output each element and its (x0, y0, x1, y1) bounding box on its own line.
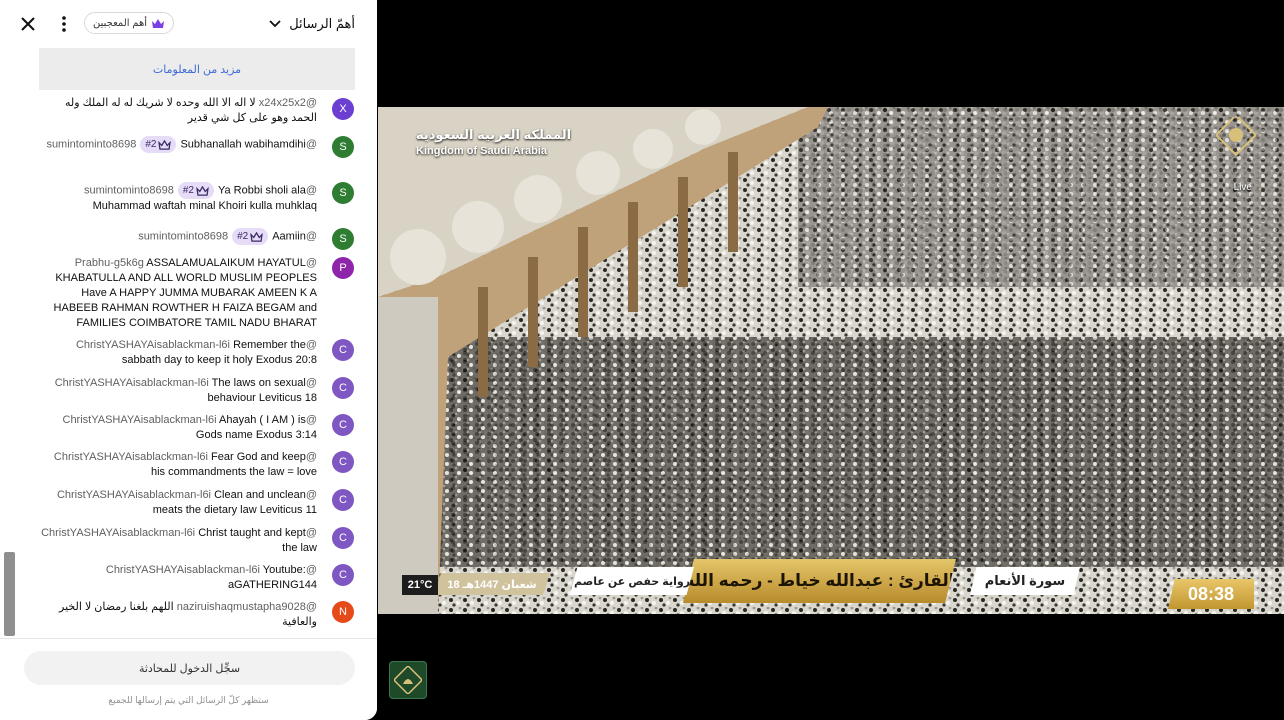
message-body: @ChristYASHAYAisablackman-l6i Remember t… (37, 338, 317, 368)
badge-rank: #2 (182, 185, 194, 196)
avatar[interactable]: C (332, 489, 354, 511)
avatar[interactable]: C (332, 377, 354, 399)
message-body: @ChristYASHAYAisablackman-l6i Ahayah ( I… (37, 413, 318, 443)
chat-footer: سجِّل الدخول للمحادثة ستظهر كلّ الرسائل … (0, 638, 377, 720)
message-body: @sumintominto8698 #2 Subhanallah wabihamdi… (37, 136, 317, 153)
supporter-badge: #2 (177, 182, 214, 199)
more-info-link[interactable]: مزيد من المعلومات (153, 63, 241, 76)
temperature: 21°C (402, 575, 438, 595)
message-text: Subhanallah wabihamdihi (180, 138, 306, 151)
channel-watermark-logo[interactable] (389, 661, 427, 699)
reciter-banner: القارئ : عبدالله خياط - رحمه الله (683, 559, 956, 603)
message-author[interactable]: @x24x25x2 (259, 97, 317, 109)
clock-time: 08:38 (1168, 579, 1254, 609)
crown-icon (152, 18, 165, 28)
avatar[interactable]: S (332, 136, 354, 158)
avatar[interactable]: S (332, 228, 354, 250)
message-body: @Prabhu-g5k6g ASSALAMUALAIKUM HAYATUL KH… (37, 256, 317, 331)
supporter-badge: #2 (232, 228, 269, 245)
crown-icon (196, 185, 209, 196)
message-body: @sumintominto8698 #2 Ya Robbi sholi ala Mu… (37, 182, 317, 214)
message-body: @ChristYASHAYAisablackman-l6i Youtube: a… (37, 563, 317, 593)
chat-title: أهمّ الرسائل (289, 16, 355, 31)
close-icon[interactable] (14, 10, 42, 38)
avatar[interactable]: S (332, 182, 354, 204)
screen: أهم المعجبين أهمّ الرسائل مزيد من المعلو… (0, 0, 1284, 720)
channel-name-arabic: المملكة العربية السعودية (416, 127, 572, 142)
avatar[interactable]: C (332, 414, 354, 436)
avatar[interactable]: C (332, 527, 354, 549)
chevron-down-icon (269, 20, 281, 28)
live-chat-panel: أهم المعجبين أهمّ الرسائل مزيد من المعلو… (0, 0, 377, 720)
message-body: @sumintominto8698 #2 Aamiin (37, 228, 317, 245)
top-supporters-chip[interactable]: أهم المعجبين (84, 12, 175, 34)
message-body: @naziruishaqmustapha9028 اللهم بلغنا رمض… (37, 600, 317, 630)
message-body: @ChristYASHAYAisablackman-l6i The laws o… (37, 376, 317, 406)
riwaya-label: رواية حفص عن عاصم (570, 567, 694, 595)
surah-label: سورة الأنعام (970, 567, 1080, 595)
mosque-logo-icon (394, 666, 422, 694)
message-text: Aamiin (272, 230, 306, 243)
message-text: The laws on sexual behaviour Leviticus 1… (207, 377, 317, 404)
avatar[interactable]: C (332, 564, 354, 586)
message-text: Christ taught and kept the law (198, 527, 317, 554)
avatar[interactable]: C (332, 451, 354, 473)
mosque-crowd-scene (378, 107, 1284, 614)
top-supporters-label: أهم المعجبين (93, 17, 148, 29)
badge-rank: #2 (237, 231, 249, 242)
message-body: @ChristYASHAYAisablackman-l6i Fear God a… (37, 450, 317, 480)
supporter-badge: #2 (140, 136, 177, 153)
message-list[interactable]: X @x24x25x2 لا اله الا الله وحده لا شريك… (0, 92, 377, 638)
crown-icon (158, 139, 172, 150)
avatar[interactable]: N (332, 601, 354, 623)
crown-icon (250, 231, 264, 242)
message-body: @x24x25x2 لا اله الا الله وحده لا شريك ل… (37, 96, 317, 126)
video-player[interactable]: المملكة العربية السعودية Kingdom of Saud… (378, 107, 1284, 614)
chat-mode-select[interactable]: أهمّ الرسائل (269, 12, 355, 36)
message-author[interactable]: @naziruishaqmustapha9028 (177, 601, 317, 613)
message-body: @ChristYASHAYAisablackman-l6i Christ tau… (37, 526, 317, 556)
footer-note: ستظهر كلّ الرسائل التي يتم إرسالها للجمي… (108, 695, 269, 705)
avatar[interactable]: X (332, 98, 354, 120)
saudi-emblem-icon (1216, 117, 1256, 157)
avatar[interactable]: P (332, 257, 354, 279)
live-label: Live (1233, 182, 1252, 193)
pinned-banner: مزيد من المعلومات (39, 48, 355, 90)
more-vert-icon[interactable] (52, 10, 76, 38)
message-body: @ChristYASHAYAisablackman-l6i Clean and … (37, 488, 317, 518)
chat-scrollbar[interactable] (4, 552, 15, 636)
avatar[interactable]: C (332, 339, 354, 361)
badge-rank: #2 (145, 139, 157, 150)
hijri-date: 18 شعبان 1447هـ (434, 573, 550, 595)
channel-name-english: Kingdom of Saudi Arabia (416, 145, 547, 157)
sign-in-to-chat-button[interactable]: سجِّل الدخول للمحادثة (24, 651, 355, 685)
chat-header: أهم المعجبين أهمّ الرسائل (0, 0, 377, 48)
